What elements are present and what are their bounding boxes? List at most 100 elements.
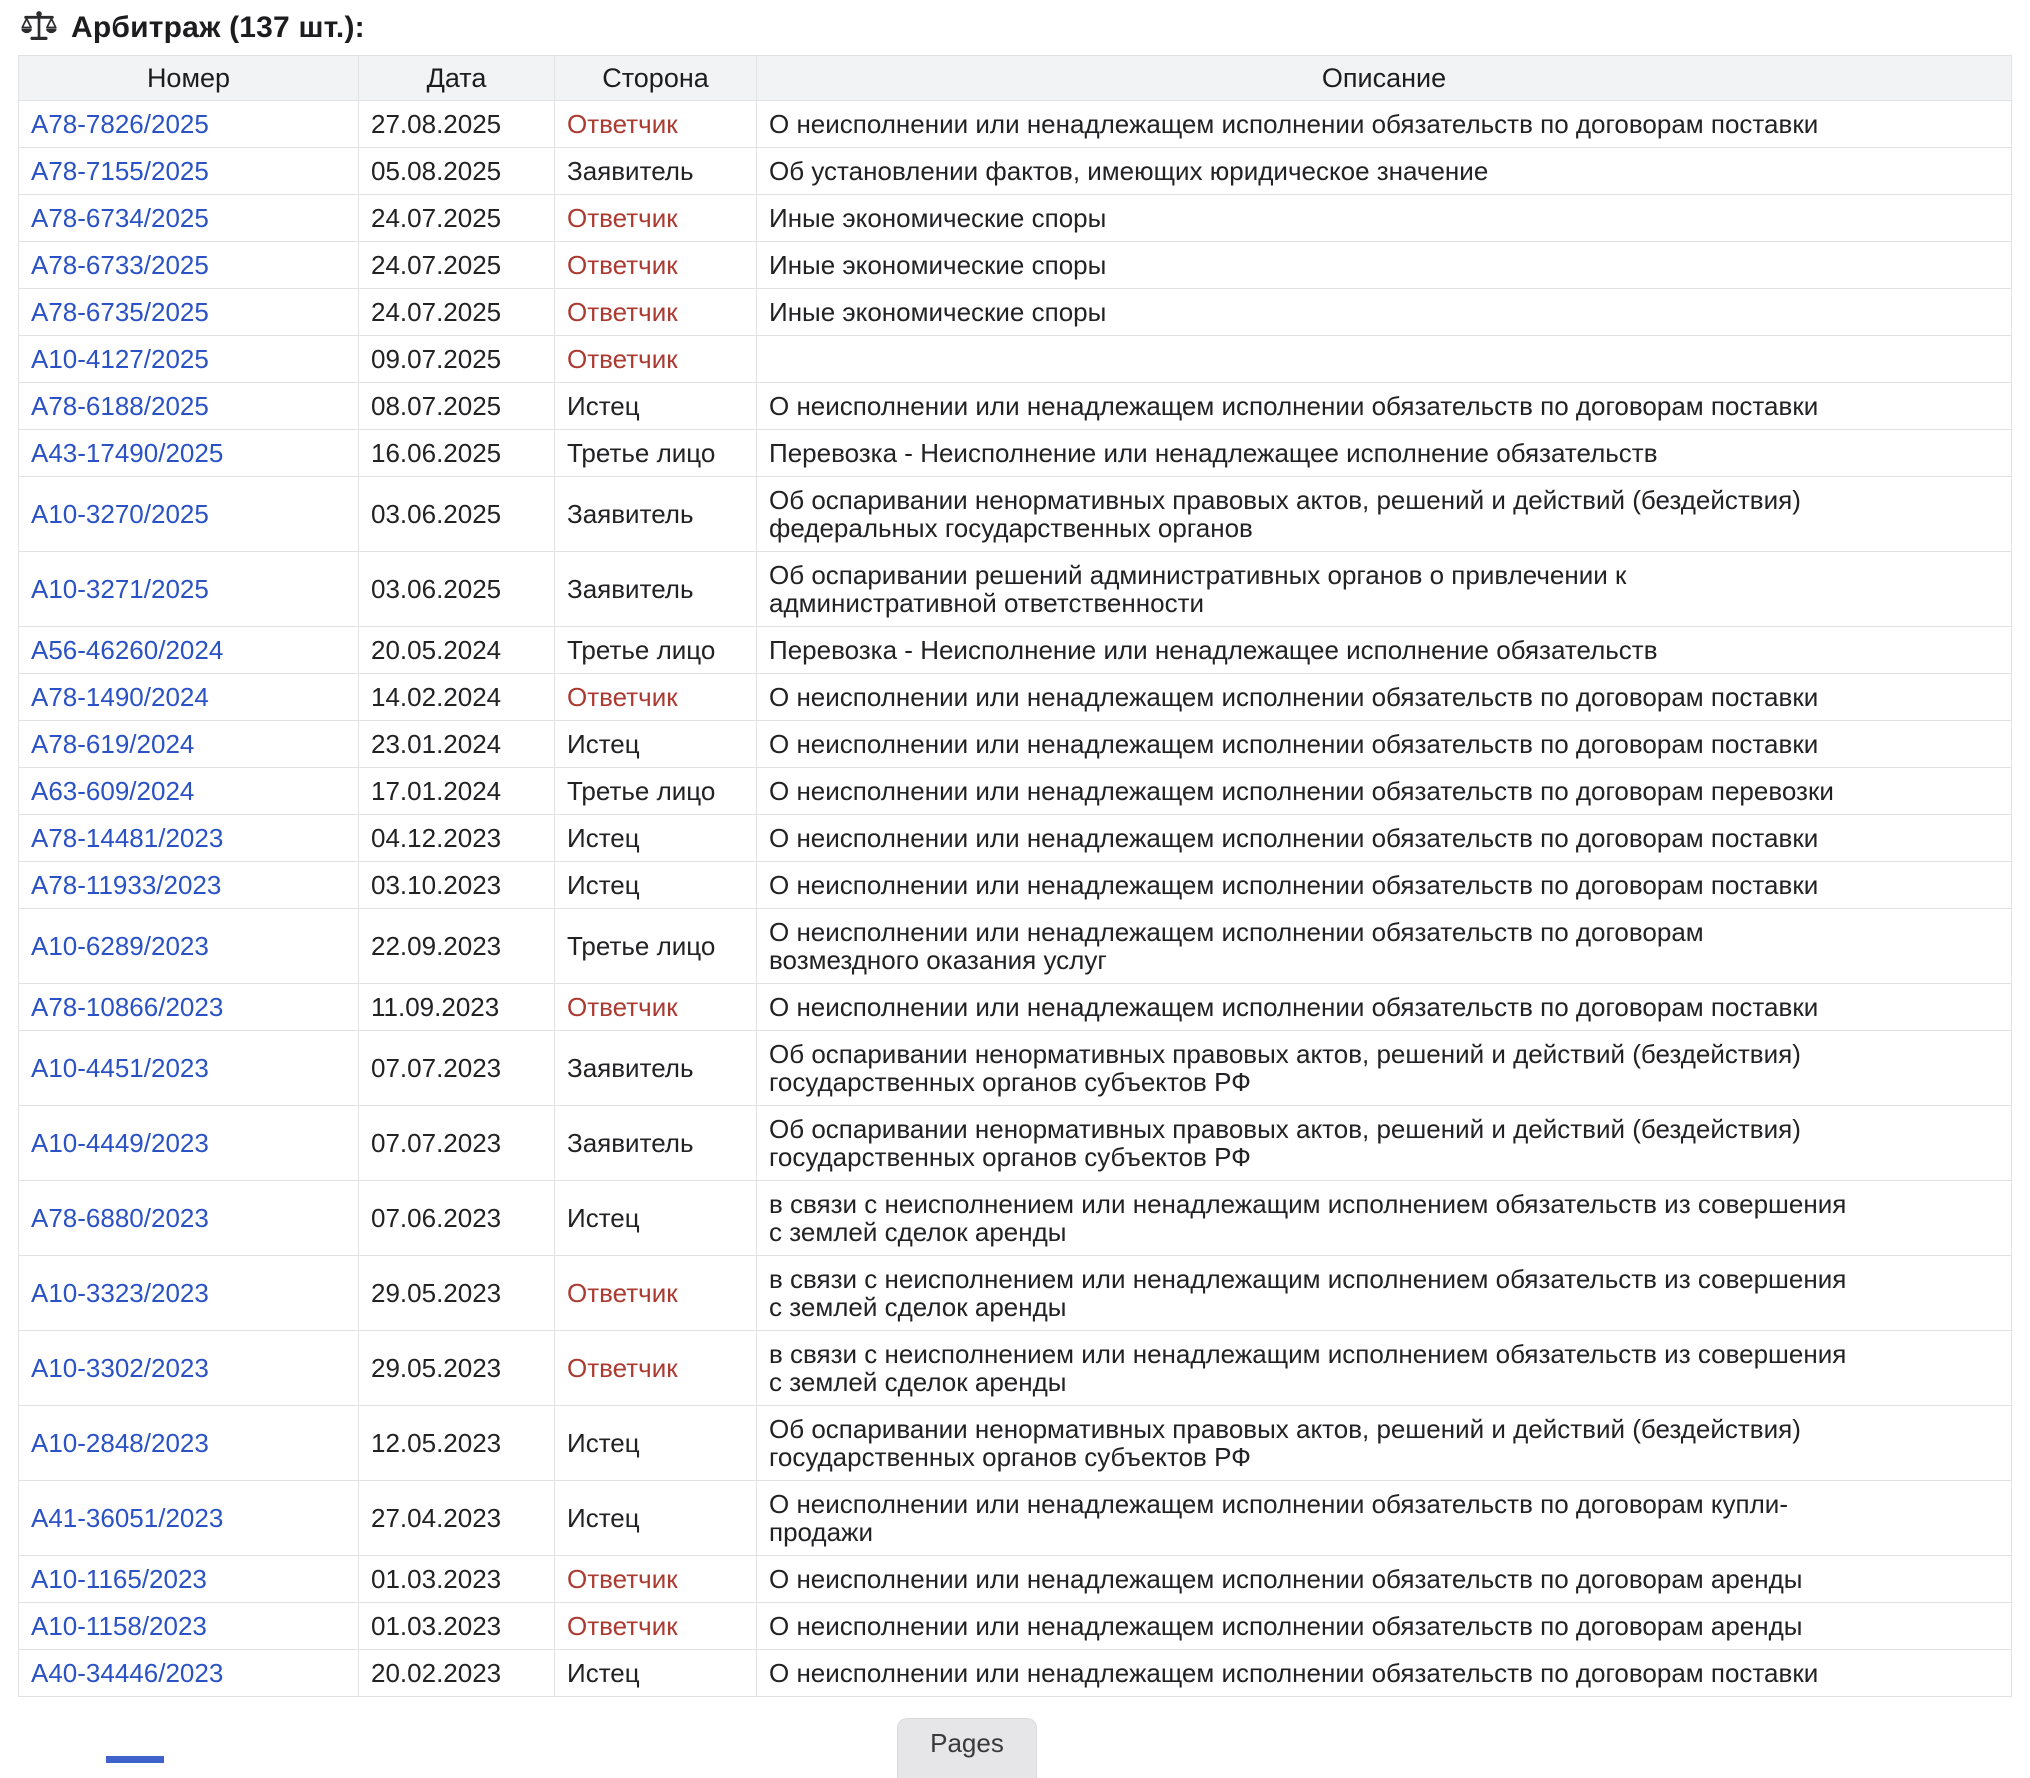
case-number-link[interactable]: А43-17490/2025 bbox=[31, 438, 223, 468]
case-party: Ответчик bbox=[555, 195, 757, 242]
pages-button[interactable]: Pages bbox=[897, 1718, 1037, 1778]
column-header-date: Дата bbox=[359, 56, 555, 101]
case-party: Третье лицо bbox=[555, 768, 757, 815]
case-number-link[interactable]: А10-4451/2023 bbox=[31, 1053, 209, 1083]
table-row: А10-4451/2023 07.07.2023 Заявитель Об ос… bbox=[19, 1031, 2012, 1106]
case-description: О неисполнении или ненадлежащем исполнен… bbox=[757, 383, 2012, 430]
case-number-link[interactable]: А10-3302/2023 bbox=[31, 1353, 209, 1383]
case-description: в связи с неисполнением или ненадлежащим… bbox=[757, 1256, 2012, 1331]
case-number-link[interactable]: А10-3323/2023 bbox=[31, 1278, 209, 1308]
case-party: Заявитель bbox=[555, 1106, 757, 1181]
case-party: Ответчик bbox=[555, 984, 757, 1031]
case-party: Ответчик bbox=[555, 336, 757, 383]
case-number-link[interactable]: А56-46260/2024 bbox=[31, 635, 223, 665]
case-party: Ответчик bbox=[555, 1556, 757, 1603]
table-row: А10-3323/2023 29.05.2023 Ответчик в связ… bbox=[19, 1256, 2012, 1331]
case-number-link[interactable]: А78-7826/2025 bbox=[31, 109, 209, 139]
table-row: А10-3270/2025 03.06.2025 Заявитель Об ос… bbox=[19, 477, 2012, 552]
case-number-link[interactable]: А78-10866/2023 bbox=[31, 992, 223, 1022]
case-number-link[interactable]: А10-1158/2023 bbox=[31, 1611, 207, 1641]
case-description: Перевозка - Неисполнение или ненадлежаще… bbox=[757, 627, 2012, 674]
case-party: Заявитель bbox=[555, 1031, 757, 1106]
case-date: 20.05.2024 bbox=[359, 627, 555, 674]
case-date: 07.06.2023 bbox=[359, 1181, 555, 1256]
case-number-link[interactable]: А41-36051/2023 bbox=[31, 1503, 223, 1533]
case-date: 22.09.2023 bbox=[359, 909, 555, 984]
case-date: 27.08.2025 bbox=[359, 101, 555, 148]
table-row: А63-609/2024 17.01.2024 Третье лицо О не… bbox=[19, 768, 2012, 815]
case-party: Истец bbox=[555, 1650, 757, 1697]
case-number-link[interactable]: А78-6734/2025 bbox=[31, 203, 209, 233]
case-number-link[interactable]: А78-1490/2024 bbox=[31, 682, 209, 712]
table-row: А78-6735/2025 24.07.2025 Ответчик Иные э… bbox=[19, 289, 2012, 336]
case-description: О неисполнении или ненадлежащем исполнен… bbox=[757, 674, 2012, 721]
case-party: Ответчик bbox=[555, 289, 757, 336]
case-number-link[interactable]: А10-4127/2025 bbox=[31, 344, 209, 374]
case-party: Ответчик bbox=[555, 242, 757, 289]
case-party: Истец bbox=[555, 1181, 757, 1256]
case-description: О неисполнении или ненадлежащем исполнен… bbox=[757, 1650, 2012, 1697]
table-row: А43-17490/2025 16.06.2025 Третье лицо Пе… bbox=[19, 430, 2012, 477]
case-description: О неисполнении или ненадлежащем исполнен… bbox=[757, 909, 2012, 984]
case-party: Истец bbox=[555, 815, 757, 862]
case-description: Иные экономические споры bbox=[757, 242, 2012, 289]
case-description: в связи с неисполнением или ненадлежащим… bbox=[757, 1331, 2012, 1406]
case-date: 23.01.2024 bbox=[359, 721, 555, 768]
table-row: А10-3271/2025 03.06.2025 Заявитель Об ос… bbox=[19, 552, 2012, 627]
case-number-link[interactable]: А78-6735/2025 bbox=[31, 297, 209, 327]
case-number-link[interactable]: А78-6880/2023 bbox=[31, 1203, 209, 1233]
case-description: О неисполнении или ненадлежащем исполнен… bbox=[757, 862, 2012, 909]
table-row: А78-6880/2023 07.06.2023 Истец в связи с… bbox=[19, 1181, 2012, 1256]
case-description: О неисполнении или ненадлежащем исполнен… bbox=[757, 721, 2012, 768]
case-date: 08.07.2025 bbox=[359, 383, 555, 430]
case-number-link[interactable]: А78-7155/2025 bbox=[31, 156, 209, 186]
case-party: Третье лицо bbox=[555, 430, 757, 477]
case-date: 24.07.2025 bbox=[359, 289, 555, 336]
case-date: 24.07.2025 bbox=[359, 242, 555, 289]
table-row: А56-46260/2024 20.05.2024 Третье лицо Пе… bbox=[19, 627, 2012, 674]
table-row: А10-6289/2023 22.09.2023 Третье лицо О н… bbox=[19, 909, 2012, 984]
case-number-link[interactable]: А78-619/2024 bbox=[31, 729, 194, 759]
table-row: А78-14481/2023 04.12.2023 Истец О неиспо… bbox=[19, 815, 2012, 862]
case-party: Заявитель bbox=[555, 552, 757, 627]
case-number-link[interactable]: А78-11933/2023 bbox=[31, 870, 221, 900]
case-description: О неисполнении или ненадлежащем исполнен… bbox=[757, 984, 2012, 1031]
column-header-description: Описание bbox=[757, 56, 2012, 101]
case-number-link[interactable]: А63-609/2024 bbox=[31, 776, 194, 806]
case-description bbox=[757, 336, 2012, 383]
table-row: А78-1490/2024 14.02.2024 Ответчик О неис… bbox=[19, 674, 2012, 721]
case-description: Об оспаривании ненормативных правовых ак… bbox=[757, 1106, 2012, 1181]
case-date: 03.10.2023 bbox=[359, 862, 555, 909]
case-number-link[interactable]: А78-14481/2023 bbox=[31, 823, 223, 853]
case-number-link[interactable]: А78-6733/2025 bbox=[31, 250, 209, 280]
case-date: 11.09.2023 bbox=[359, 984, 555, 1031]
case-date: 03.06.2025 bbox=[359, 477, 555, 552]
case-number-link[interactable]: А10-4449/2023 bbox=[31, 1128, 209, 1158]
case-party: Третье лицо bbox=[555, 627, 757, 674]
case-number-link[interactable]: А40-34446/2023 bbox=[31, 1658, 223, 1688]
case-description: Об оспаривании ненормативных правовых ак… bbox=[757, 477, 2012, 552]
case-description: Об оспаривании решений административных … bbox=[757, 552, 2012, 627]
case-description: Иные экономические споры bbox=[757, 289, 2012, 336]
case-date: 12.05.2023 bbox=[359, 1406, 555, 1481]
case-number-link[interactable]: А78-6188/2025 bbox=[31, 391, 209, 421]
page-title-row: Арбитраж (137 шт.): bbox=[0, 0, 2030, 46]
case-description: Об оспаривании ненормативных правовых ак… bbox=[757, 1406, 2012, 1481]
page-title: Арбитраж (137 шт.): bbox=[71, 11, 365, 45]
table-row: А10-4127/2025 09.07.2025 Ответчик bbox=[19, 336, 2012, 383]
case-description: Об оспаривании ненормативных правовых ак… bbox=[757, 1031, 2012, 1106]
case-number-link[interactable]: А10-2848/2023 bbox=[31, 1428, 209, 1458]
case-number-link[interactable]: А10-3270/2025 bbox=[31, 499, 209, 529]
case-description: О неисполнении или ненадлежащем исполнен… bbox=[757, 1556, 2012, 1603]
case-number-link[interactable]: А10-3271/2025 bbox=[31, 574, 209, 604]
case-number-link[interactable]: А10-1165/2023 bbox=[31, 1564, 207, 1594]
case-date: 05.08.2025 bbox=[359, 148, 555, 195]
case-date: 29.05.2023 bbox=[359, 1256, 555, 1331]
case-description: О неисполнении или ненадлежащем исполнен… bbox=[757, 101, 2012, 148]
table-row: А10-2848/2023 12.05.2023 Истец Об оспари… bbox=[19, 1406, 2012, 1481]
case-date: 07.07.2023 bbox=[359, 1106, 555, 1181]
case-number-link[interactable]: А10-6289/2023 bbox=[31, 931, 209, 961]
case-party: Ответчик bbox=[555, 674, 757, 721]
case-date: 17.01.2024 bbox=[359, 768, 555, 815]
table-row: А10-3302/2023 29.05.2023 Ответчик в связ… bbox=[19, 1331, 2012, 1406]
